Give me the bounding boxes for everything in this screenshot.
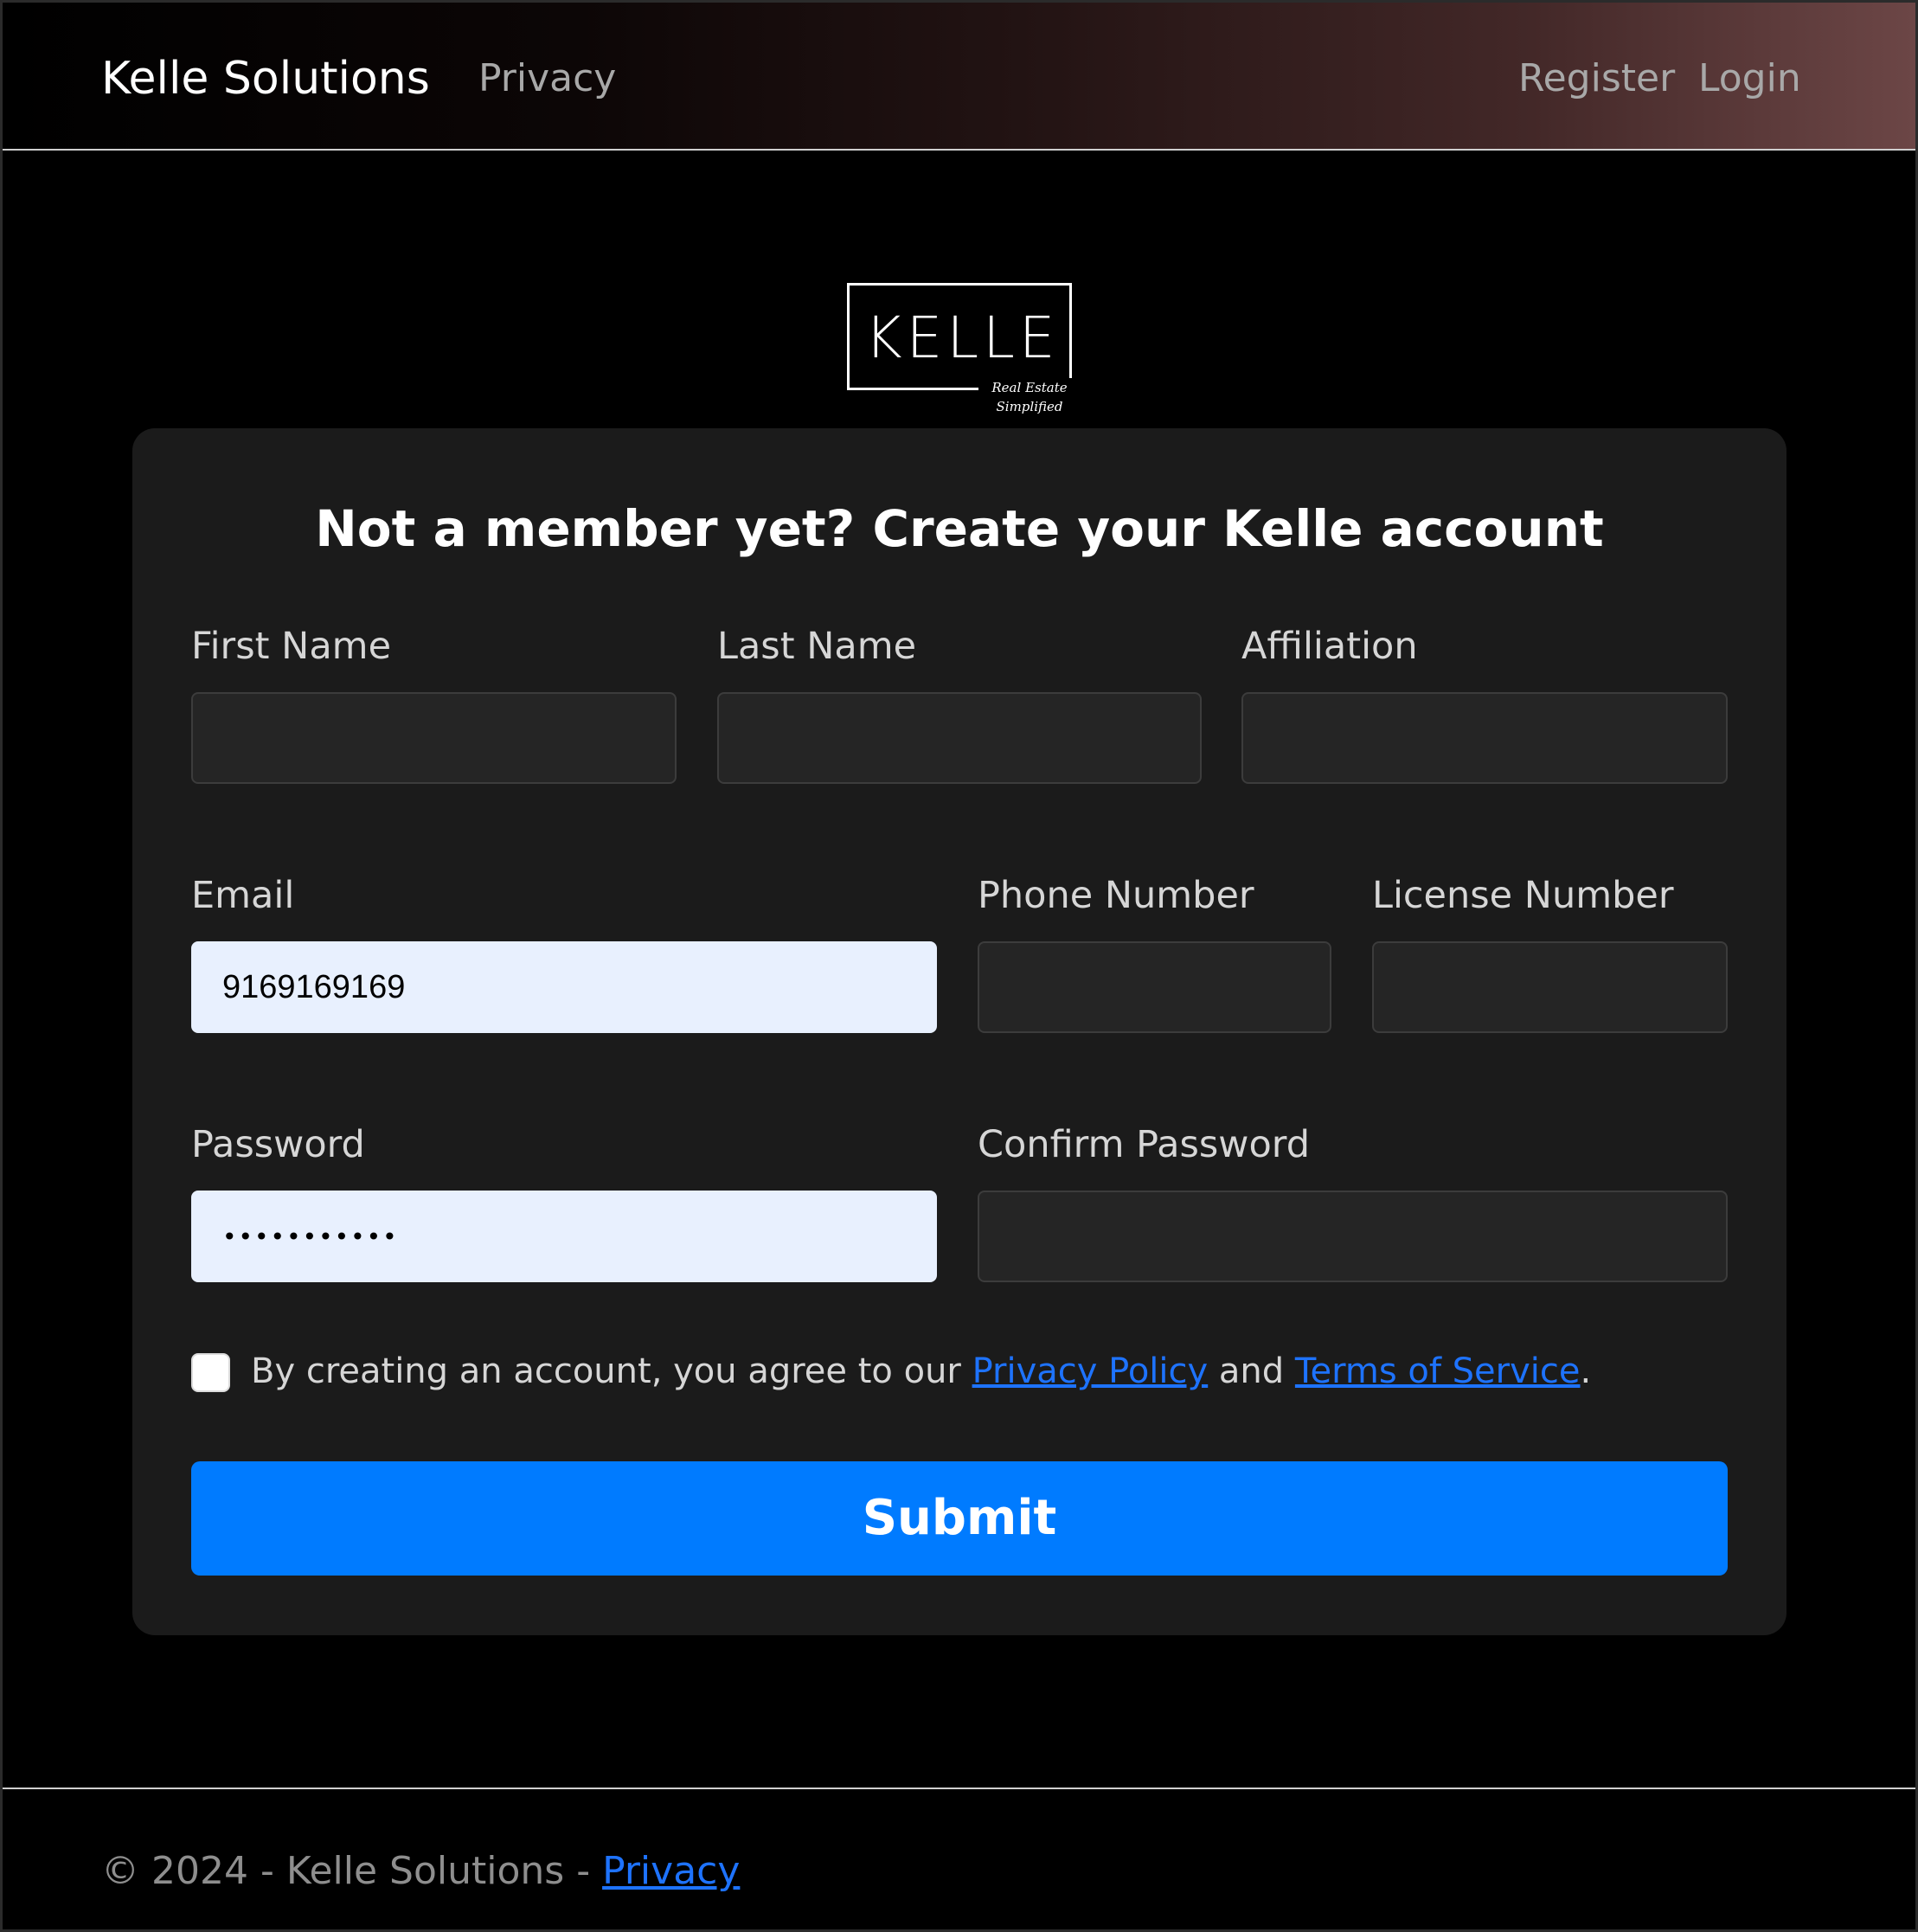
- submit-button[interactable]: Submit: [191, 1461, 1728, 1576]
- agreement-middle: and: [1208, 1351, 1295, 1391]
- logo-tagline-line2: Simplified: [996, 399, 1063, 414]
- license-label: License Number: [1372, 874, 1674, 917]
- kelle-logo: KELLE Real Estate Simplified: [844, 279, 1081, 427]
- affiliation-input[interactable]: [1241, 692, 1728, 784]
- navbar: Kelle Solutions Privacy Register Login: [3, 3, 1915, 151]
- nav-register-link[interactable]: Register: [1518, 51, 1675, 106]
- footer: © 2024 - Kelle Solutions - Privacy: [101, 1844, 740, 1899]
- license-input[interactable]: [1372, 941, 1728, 1033]
- affiliation-label: Affiliation: [1241, 625, 1418, 668]
- logo-tagline-line1: Real Estate: [991, 380, 1068, 395]
- phone-input[interactable]: [978, 941, 1331, 1033]
- nav-privacy-link[interactable]: Privacy: [478, 51, 616, 106]
- agreement-text: By creating an account, you agree to our…: [251, 1345, 1591, 1397]
- agreement-checkbox[interactable]: [191, 1353, 230, 1392]
- logo-wordmark: KELLE: [864, 305, 1060, 371]
- agreement-prefix: By creating an account, you agree to our: [251, 1351, 972, 1391]
- first-name-label: First Name: [191, 625, 392, 668]
- form-title: Not a member yet? Create your Kelle acco…: [315, 499, 1604, 558]
- agreement-suffix: .: [1580, 1351, 1592, 1391]
- privacy-policy-link[interactable]: Privacy Policy: [972, 1351, 1209, 1391]
- terms-of-service-link[interactable]: Terms of Service: [1295, 1351, 1581, 1391]
- logo-tagline: Real Estate Simplified: [978, 378, 1081, 416]
- confirm-password-label: Confirm Password: [978, 1123, 1310, 1166]
- footer-copyright: © 2024 - Kelle Solutions -: [101, 1849, 603, 1893]
- first-name-input[interactable]: [191, 692, 677, 784]
- confirm-password-input[interactable]: [978, 1191, 1728, 1282]
- nav-login-link[interactable]: Login: [1698, 51, 1801, 106]
- page: Kelle Solutions Privacy Register Login K…: [0, 0, 1918, 1932]
- password-label: Password: [191, 1123, 365, 1166]
- footer-divider: [3, 1788, 1915, 1789]
- phone-label: Phone Number: [978, 874, 1254, 917]
- brand-link[interactable]: Kelle Solutions: [101, 48, 430, 110]
- last-name-input[interactable]: [717, 692, 1202, 784]
- register-card: Not a member yet? Create your Kelle acco…: [132, 428, 1786, 1635]
- email-input[interactable]: [191, 941, 937, 1033]
- password-input[interactable]: [191, 1191, 937, 1282]
- email-label: Email: [191, 874, 295, 917]
- logo-frame: KELLE: [847, 283, 1072, 390]
- footer-privacy-link[interactable]: Privacy: [602, 1849, 740, 1893]
- last-name-label: Last Name: [717, 625, 917, 668]
